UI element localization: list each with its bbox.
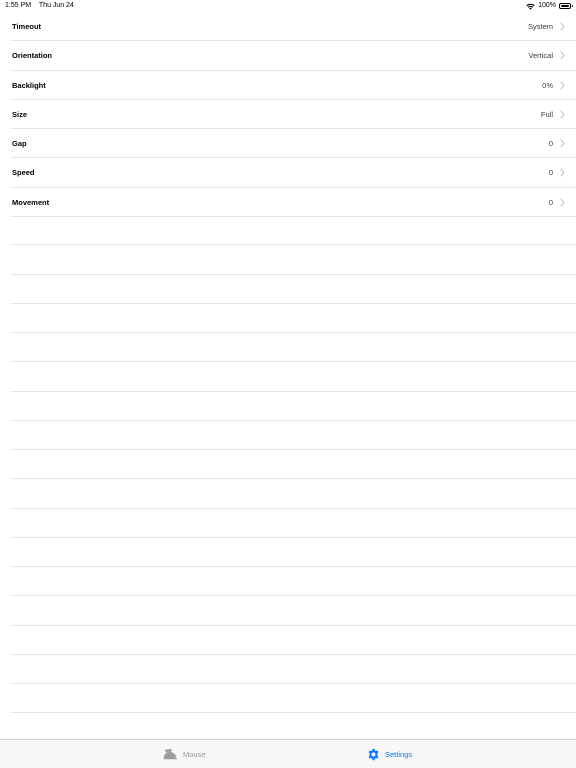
status-indicators: 100% bbox=[526, 0, 573, 12]
empty-table-area bbox=[0, 216, 576, 714]
settings-row-value: 0 bbox=[548, 139, 553, 148]
empty-row-separator bbox=[0, 216, 576, 246]
tab-mouse[interactable]: Mouse bbox=[163, 740, 206, 768]
empty-row-separator bbox=[0, 655, 576, 685]
settings-row-value: 0 bbox=[548, 197, 553, 207]
empty-row-separator bbox=[0, 245, 576, 275]
settings-row-value: System bbox=[527, 22, 553, 31]
settings-row-label: Size bbox=[12, 109, 28, 119]
empty-row-separator bbox=[0, 509, 576, 539]
empty-row-separator bbox=[0, 596, 576, 626]
empty-row-separator bbox=[0, 684, 576, 714]
chevron-right-icon bbox=[560, 139, 565, 148]
settings-list: Timeout System Orientation Vertical Back… bbox=[0, 12, 576, 218]
status-bar: 1:55 PM Thu Jun 24 100% bbox=[0, 0, 576, 12]
settings-row-orientation[interactable]: Orientation Vertical bbox=[0, 41, 576, 71]
gear-icon bbox=[368, 748, 379, 760]
settings-row-gap[interactable]: Gap 0 bbox=[0, 129, 576, 159]
settings-row-label: Speed bbox=[12, 168, 35, 178]
settings-row-value: Vertical bbox=[528, 51, 553, 61]
chevron-right-icon bbox=[560, 22, 565, 31]
settings-row-value: Full bbox=[540, 109, 553, 119]
tab-settings-label: Settings bbox=[385, 749, 413, 759]
status-time: 1:55 PM bbox=[5, 2, 32, 9]
tab-settings[interactable]: Settings bbox=[367, 740, 412, 768]
wifi-icon bbox=[526, 3, 535, 10]
tab-mouse-label: Mouse bbox=[183, 749, 206, 759]
empty-row-separator bbox=[0, 567, 576, 597]
settings-row-timeout[interactable]: Timeout System bbox=[0, 12, 576, 42]
chevron-right-icon bbox=[560, 168, 565, 177]
mouse-icon bbox=[163, 748, 177, 760]
settings-row-movement[interactable]: Movement 0 bbox=[0, 188, 576, 218]
battery-percent: 100% bbox=[538, 2, 556, 9]
settings-row-value: 0% bbox=[542, 80, 553, 90]
settings-row-speed[interactable]: Speed 0 bbox=[0, 158, 576, 188]
empty-row-separator bbox=[0, 304, 576, 334]
settings-row-value: 0 bbox=[548, 168, 553, 178]
chevron-right-icon bbox=[560, 80, 565, 90]
chevron-right-icon bbox=[560, 110, 565, 119]
empty-row-separator bbox=[0, 479, 576, 509]
chevron-right-icon bbox=[560, 197, 565, 207]
settings-row-label: Orientation bbox=[12, 51, 53, 61]
settings-row-label: Gap bbox=[12, 139, 27, 148]
empty-row-separator bbox=[0, 421, 576, 451]
chevron-right-icon bbox=[560, 51, 565, 60]
empty-row-separator bbox=[0, 333, 576, 363]
empty-row-separator bbox=[0, 626, 576, 656]
status-datetime: 1:55 PM Thu Jun 24 bbox=[5, 0, 80, 12]
empty-row-separator bbox=[0, 450, 576, 480]
settings-row-label: Timeout bbox=[12, 22, 42, 31]
settings-row-label: Movement bbox=[12, 197, 50, 207]
settings-row-label: Backlight bbox=[12, 80, 46, 90]
empty-row-separator bbox=[0, 538, 576, 568]
battery-level bbox=[561, 5, 569, 7]
settings-row-backlight[interactable]: Backlight 0% bbox=[0, 71, 576, 101]
empty-row-separator bbox=[0, 392, 576, 422]
empty-row-separator bbox=[0, 275, 576, 305]
empty-row-separator bbox=[0, 362, 576, 392]
settings-row-size[interactable]: Size Full bbox=[0, 100, 576, 130]
battery-icon bbox=[559, 3, 573, 9]
battery-cap bbox=[572, 5, 573, 7]
tab-bar: Mouse Settings bbox=[0, 739, 576, 768]
status-date: Thu Jun 24 bbox=[38, 2, 74, 9]
